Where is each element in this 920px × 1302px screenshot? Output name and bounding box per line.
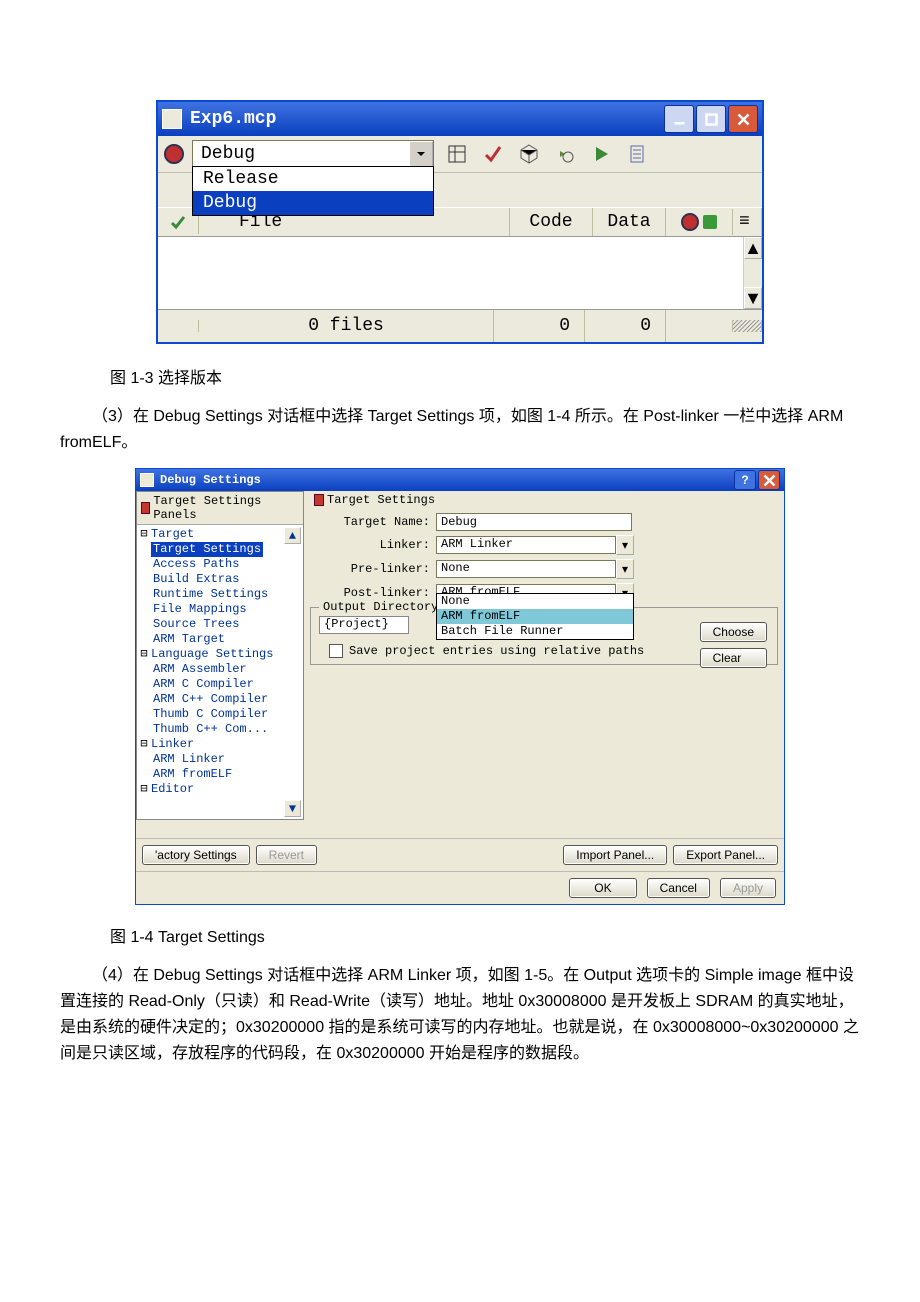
tree-editor[interactable]: Editor [149,782,196,797]
prelinker-select[interactable]: None ▾ [436,559,634,579]
linker-value: ARM Linker [436,536,616,554]
minimize-button[interactable] [664,105,694,133]
scrollbar[interactable]: ▲ ▼ [744,237,762,309]
green-block-icon [703,215,717,229]
scroll-down-icon[interactable]: ▼ [744,287,762,309]
linker-label: Linker: [310,538,436,552]
postlinker-dropdown: None ARM fromELF Batch File Runner [436,593,634,640]
export-panel-button[interactable]: Export Panel... [673,845,778,865]
tree-arm-cpp[interactable]: ARM C++ Compiler [151,692,270,707]
resize-grip-icon[interactable] [733,320,762,332]
chevron-down-icon[interactable]: ▾ [616,535,634,555]
column-status [666,209,733,235]
document-icon[interactable] [626,143,648,165]
save-paths-label: Save project entries using relative path… [349,644,644,658]
check-icon[interactable] [482,143,504,165]
clear-button[interactable]: Clear [700,648,767,668]
panel-icon [314,494,324,506]
footer-files: 0 files [199,310,494,342]
title-bar: Exp6.mcp [158,102,762,136]
cancel-button[interactable]: Cancel [647,878,710,898]
figure-caption-13: 图 1-3 选择版本 [110,364,860,388]
paragraph-4: （4）在 Debug Settings 对话框中选择 ARM Linker 项，… [60,963,860,1067]
tree-source-trees[interactable]: Source Trees [151,617,241,632]
tree-thumb-cpp[interactable]: Thumb C++ Com... [151,722,270,737]
right-panel-title: Target Settings [327,493,435,507]
apply-button[interactable]: Apply [720,878,776,898]
tree-access-paths[interactable]: Access Paths [151,557,241,572]
paragraph-3: （3）在 Debug Settings 对话框中选择 Target Settin… [60,404,860,456]
target-name-input[interactable] [436,513,632,531]
app-icon [140,473,154,487]
prelinker-value: None [436,560,616,578]
app-icon [162,109,182,129]
tree-runtime-settings[interactable]: Runtime Settings [151,587,270,602]
ok-button[interactable]: OK [569,878,636,898]
import-panel-button[interactable]: Import Panel... [563,845,667,865]
tree-thumb-c[interactable]: Thumb C Compiler [151,707,270,722]
tree-arm-target[interactable]: ARM Target [151,632,227,647]
footer-code: 0 [494,310,585,342]
column-data[interactable]: Data [593,208,666,236]
parcel-icon[interactable] [518,143,540,165]
footer-data: 0 [585,310,666,342]
tree-linker[interactable]: Linker [149,737,196,752]
scroll-up-icon[interactable]: ▲ [284,527,301,544]
close-button[interactable] [758,470,780,490]
postlinker-option-batch[interactable]: Batch File Runner [437,624,633,639]
target-select-dropdown: Release Debug [192,166,434,216]
window-title: Exp6.mcp [190,109,276,129]
factory-settings-button[interactable]: 'actory Settings [142,845,250,865]
red-dot-icon [681,213,699,231]
target-option-debug[interactable]: Debug [193,191,433,215]
linker-select[interactable]: ARM Linker ▾ [436,535,634,555]
revert-button[interactable]: Revert [256,845,317,865]
target-select-value: Debug [193,144,409,164]
tree-target-settings[interactable]: Target Settings [151,542,263,557]
target-select[interactable]: Debug Release Debug [192,140,434,168]
tree-language[interactable]: Language Settings [149,647,275,662]
scroll-up-icon[interactable]: ▲ [744,237,762,259]
tree-arm-fromelf[interactable]: ARM fromELF [151,767,234,782]
chevron-down-icon[interactable] [409,141,433,167]
target-icon [164,144,184,164]
tree-target[interactable]: Target [149,527,196,542]
postlinker-label: Post-linker: [310,586,436,600]
tree-build-extras[interactable]: Build Extras [151,572,241,587]
scroll-down-icon[interactable]: ▼ [284,800,301,817]
columns-icon[interactable] [446,143,468,165]
build-icon[interactable] [554,143,576,165]
tree-file-mappings[interactable]: File Mappings [151,602,249,617]
postlinker-option-fromelf[interactable]: ARM fromELF [437,609,633,624]
save-paths-checkbox[interactable] [329,644,343,658]
settings-tree[interactable]: ▲ ⊟Target Target Settings Access Paths B… [137,525,303,819]
check-column-icon [170,214,186,230]
choose-button[interactable]: Choose [700,622,767,642]
project-window: Exp6.mcp Debug Release Debug [156,100,764,344]
target-name-label: Target Name: [310,515,436,529]
panel-icon [141,502,150,514]
maximize-button[interactable] [696,105,726,133]
target-option-release[interactable]: Release [193,167,433,191]
chevron-down-icon[interactable]: ▾ [616,559,634,579]
left-panel-title: Target Settings Panels [153,494,299,522]
file-list-area [158,237,744,309]
output-dir-value: {Project} [319,616,409,634]
debug-settings-window: Debug Settings ? Target Settings Panels … [135,468,785,905]
prelinker-label: Pre-linker: [310,562,436,576]
postlinker-option-none[interactable]: None [437,594,633,609]
output-dir-label: Output Directory: [319,600,449,614]
tree-arm-linker[interactable]: ARM Linker [151,752,227,767]
run-icon[interactable] [590,143,612,165]
window-title: Debug Settings [160,473,261,487]
figure-caption-14: 图 1-4 Target Settings [110,923,860,947]
tree-arm-c[interactable]: ARM C Compiler [151,677,256,692]
close-button[interactable] [728,105,758,133]
help-button[interactable]: ? [734,470,756,490]
tree-arm-assembler[interactable]: ARM Assembler [151,662,249,677]
column-code[interactable]: Code [510,208,593,236]
column-menu-icon[interactable]: ≡ [733,208,762,236]
